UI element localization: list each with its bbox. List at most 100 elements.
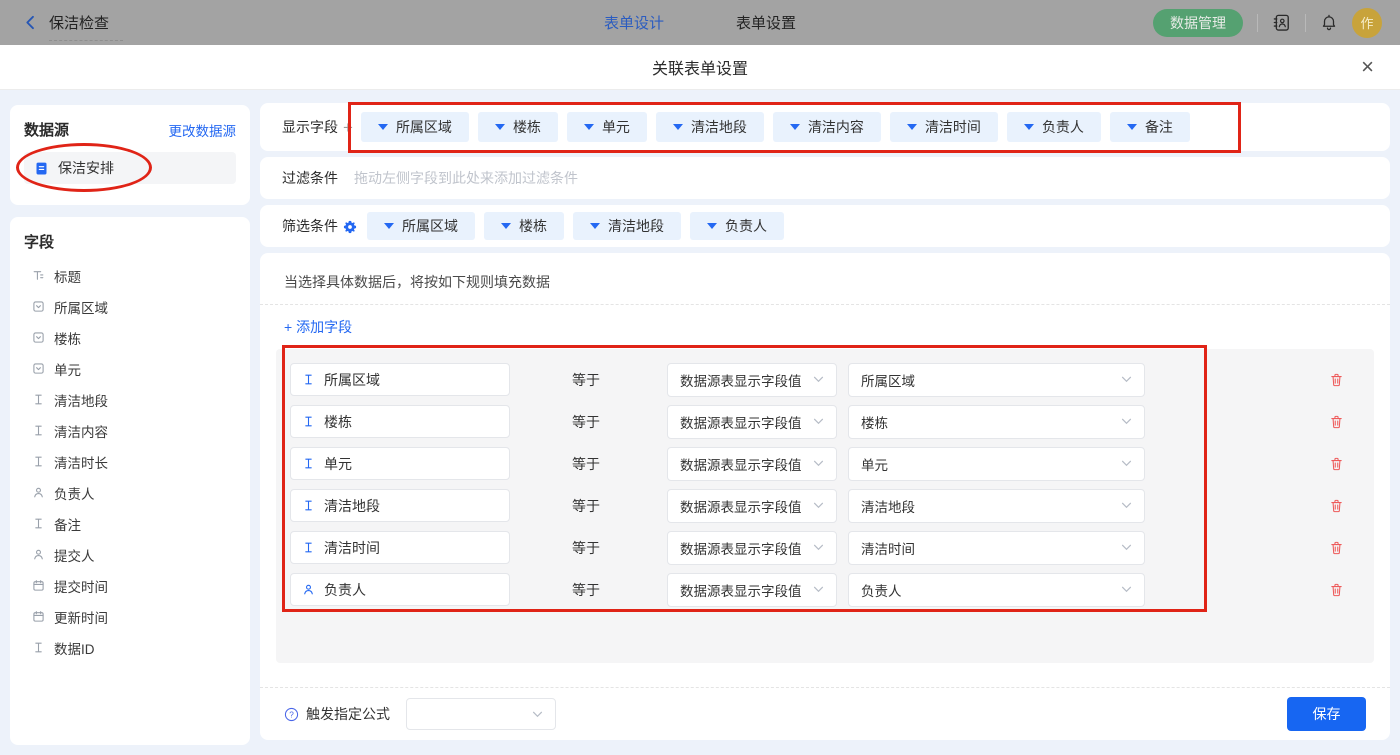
screen-condition-tag[interactable]: 所属区域 [367,212,475,240]
field-label: 更新时间 [54,610,108,626]
rule-target-select[interactable]: 楼栋 [848,404,1145,439]
chevron-down-icon [813,418,824,425]
display-field-tag[interactable]: 单元 [566,112,647,142]
delete-rule-button[interactable] [1329,582,1344,598]
rule-source-select[interactable]: 数据源表显示字段值 [667,404,837,439]
rule-target-value: 所属区域 [861,373,915,389]
field-list-item[interactable]: 单元 [24,353,238,384]
chevron-down-icon [813,502,824,509]
dropdown-triangle-icon [789,124,800,130]
user-avatar[interactable]: 作 [1352,7,1382,38]
rule-source-select[interactable]: 数据源表显示字段值 [667,446,837,481]
rules-footer: ? 触发指定公式 保存 [260,687,1390,740]
field-list-item[interactable]: 备注 [24,508,238,539]
field-list-item[interactable]: 楼栋 [24,322,238,353]
rule-target-select[interactable]: 单元 [848,446,1145,481]
link-form-settings-page: 保洁检查 表单设计 表单设置 数据管理 作 关联表单设置 × 数据源 更改数据源 [0,0,1400,755]
rule-field-input[interactable]: 负责人 [290,573,510,606]
rule-field-input[interactable]: 所属区域 [290,363,510,396]
rule-target-select[interactable]: 清洁时间 [848,530,1145,565]
screen-condition-label: 筛选条件 [282,218,338,234]
rule-field-name: 所属区域 [324,371,380,388]
chevron-down-icon [532,711,543,718]
save-button[interactable]: 保存 [1287,697,1366,731]
form-name-label[interactable]: 保洁检查 [49,12,124,41]
add-field-link[interactable]: + 添加字段 [260,305,390,349]
chevron-down-icon [1121,418,1132,425]
modal-title: 关联表单设置 [651,61,748,78]
screen-condition-tag[interactable]: 清洁地段 [573,212,681,240]
field-list-item[interactable]: 所属区域 [24,291,238,322]
tab-form-design[interactable]: 表单设计 [604,12,664,33]
data-manage-button[interactable]: 数据管理 [1153,8,1243,37]
delete-rule-button[interactable] [1329,456,1344,472]
field-label: 标题 [54,269,81,285]
field-list-item[interactable]: 提交时间 [24,570,238,601]
rules-list: 所属区域 等于 数据源表显示字段值 所属区域 楼栋 等于 数据源表显示字段值 楼栋 单元 等于 数据… [276,349,1374,663]
chevron-down-icon [1121,586,1132,593]
tab-form-settings[interactable]: 表单设置 [736,12,796,33]
fields-panel: 字段 标题 所属区域 楼栋 单元 清洁地段 清洁内容 清洁时长 负责人 备注 提交人 提交时间 更新时… [10,217,250,745]
screen-condition-tags: 所属区域 楼栋 清洁地段 负责人 [367,212,784,240]
person-field-icon [32,548,45,561]
display-field-tag[interactable]: 负责人 [1006,112,1101,142]
display-field-tag[interactable]: 清洁时间 [889,112,998,142]
back-chevron-icon[interactable] [22,14,39,31]
screen-condition-tag[interactable]: 楼栋 [484,212,564,240]
formula-select[interactable] [406,698,556,730]
filter-condition-row[interactable]: 过滤条件 拖动左侧字段到此处来添加过滤条件 [260,157,1390,199]
field-list-item[interactable]: 标题 [24,260,238,291]
rule-field-input[interactable]: 清洁地段 [290,489,510,522]
field-list-item[interactable]: 负责人 [24,477,238,508]
svg-text:?: ? [289,710,294,719]
close-icon[interactable]: × [1361,53,1374,81]
screen-condition-tag[interactable]: 负责人 [690,212,784,240]
field-list-item[interactable]: 提交人 [24,539,238,570]
dropdown-triangle-icon [384,223,394,229]
datasource-item[interactable]: 保洁安排 [24,152,236,184]
rule-source-select[interactable]: 数据源表显示字段值 [667,362,837,397]
rule-row: 清洁地段 等于 数据源表显示字段值 清洁地段 [290,488,1374,523]
rule-target-select[interactable]: 负责人 [848,572,1145,607]
rule-field-input[interactable]: 单元 [290,447,510,480]
gear-icon[interactable] [343,220,357,234]
bell-icon[interactable] [1320,13,1338,32]
display-field-tag[interactable]: 楼栋 [477,112,558,142]
field-label: 备注 [54,517,81,533]
delete-rule-button[interactable] [1329,498,1344,514]
rule-field-input[interactable]: 楼栋 [290,405,510,438]
rule-source-select[interactable]: 数据源表显示字段值 [667,488,837,523]
field-list-item[interactable]: 更新时间 [24,601,238,632]
field-list-item[interactable]: 清洁内容 [24,415,238,446]
display-field-tag[interactable]: 备注 [1109,112,1190,142]
field-list-item[interactable]: 清洁地段 [24,384,238,415]
rule-source-value: 数据源表显示字段值 [680,499,802,515]
field-label: 清洁时长 [54,455,108,471]
contacts-book-icon[interactable] [1272,13,1291,32]
dropdown-triangle-icon [583,124,594,130]
rule-target-select[interactable]: 清洁地段 [848,488,1145,523]
tag-label: 负责人 [1041,119,1084,135]
question-circle-icon[interactable]: ? [284,707,299,722]
delete-rule-button[interactable] [1329,414,1344,430]
display-field-tag[interactable]: 清洁内容 [772,112,881,142]
change-datasource-link[interactable]: 更改数据源 [169,120,237,140]
rule-operator-label: 等于 [572,371,600,388]
tag-label: 所属区域 [402,218,458,234]
field-label: 清洁内容 [54,424,108,440]
screen-condition-row: 筛选条件 所属区域 楼栋 清洁地段 负责人 [260,205,1390,247]
field-list-item[interactable]: 清洁时长 [24,446,238,477]
rule-target-select[interactable]: 所属区域 [848,362,1145,397]
delete-rule-button[interactable] [1329,540,1344,556]
delete-rule-button[interactable] [1329,372,1344,388]
field-list-item[interactable]: 数据ID [24,632,238,663]
chevron-down-icon [813,544,824,551]
rule-field-input[interactable]: 清洁时间 [290,531,510,564]
rule-source-select[interactable]: 数据源表显示字段值 [667,572,837,607]
rule-source-select[interactable]: 数据源表显示字段值 [667,530,837,565]
rule-target-value: 清洁地段 [861,499,915,515]
display-field-tag[interactable]: 所属区域 [360,112,469,142]
add-display-field-button[interactable]: + [343,119,353,136]
person-field-icon [32,486,45,499]
display-field-tag[interactable]: 清洁地段 [655,112,764,142]
